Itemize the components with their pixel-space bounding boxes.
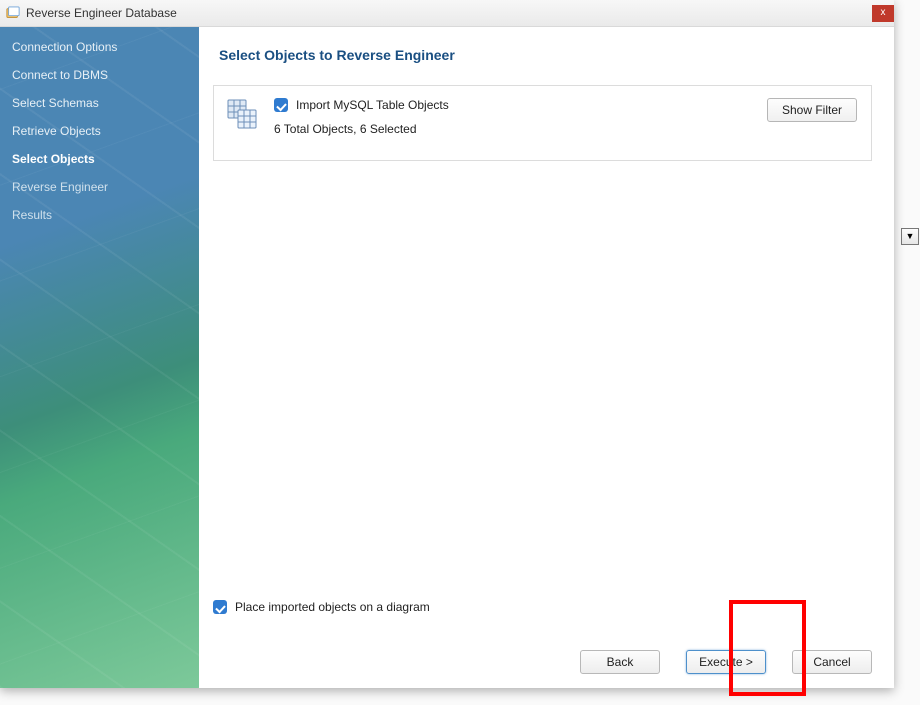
sidebar-item-label: Connect to DBMS xyxy=(12,68,108,82)
sidebar-step-retrieve-objects[interactable]: Retrieve Objects xyxy=(0,117,199,145)
sidebar-item-label: Select Schemas xyxy=(12,96,99,110)
background-dropdown[interactable]: ▼ xyxy=(901,228,919,245)
show-filter-button[interactable]: Show Filter xyxy=(767,98,857,122)
wizard-sidebar: Connection Options Connect to DBMS Selec… xyxy=(0,27,199,688)
sidebar-item-label: Reverse Engineer xyxy=(12,180,108,194)
place-on-diagram-label: Place imported objects on a diagram xyxy=(235,600,430,614)
app-icon xyxy=(6,6,20,20)
place-on-diagram-row: Place imported objects on a diagram xyxy=(213,600,872,614)
reverse-engineer-dialog: Reverse Engineer Database x Connection O… xyxy=(0,0,894,688)
objects-panel: Import MySQL Table Objects 6 Total Objec… xyxy=(213,85,872,161)
sidebar-step-select-schemas[interactable]: Select Schemas xyxy=(0,89,199,117)
sidebar-item-label: Retrieve Objects xyxy=(12,124,101,138)
place-on-diagram-checkbox[interactable] xyxy=(213,600,227,614)
title-bar: Reverse Engineer Database x xyxy=(0,0,894,27)
wizard-button-row: Back Execute > Cancel xyxy=(213,650,872,674)
title-left: Reverse Engineer Database xyxy=(6,6,177,20)
window-title: Reverse Engineer Database xyxy=(26,6,177,20)
sidebar-item-label: Select Objects xyxy=(12,152,95,166)
sidebar-step-results[interactable]: Results xyxy=(0,201,199,229)
page-title: Select Objects to Reverse Engineer xyxy=(219,47,872,63)
sidebar-step-connection-options[interactable]: Connection Options xyxy=(0,33,199,61)
import-tables-row: Import MySQL Table Objects xyxy=(274,98,753,112)
tables-icon xyxy=(226,98,260,132)
cancel-button[interactable]: Cancel xyxy=(792,650,872,674)
sidebar-step-reverse-engineer[interactable]: Reverse Engineer xyxy=(0,173,199,201)
import-tables-label: Import MySQL Table Objects xyxy=(296,98,449,112)
sidebar-item-label: Connection Options xyxy=(12,40,117,54)
sidebar-step-select-objects[interactable]: Select Objects xyxy=(0,145,199,173)
main-area: Select Objects to Reverse Engineer xyxy=(199,27,894,688)
close-button[interactable]: x xyxy=(872,5,894,22)
import-tables-checkbox[interactable] xyxy=(274,98,288,112)
back-button[interactable]: Back xyxy=(580,650,660,674)
execute-button[interactable]: Execute > xyxy=(686,650,766,674)
dialog-body: Connection Options Connect to DBMS Selec… xyxy=(0,27,894,688)
sidebar-step-connect-dbms[interactable]: Connect to DBMS xyxy=(0,61,199,89)
panel-center: Import MySQL Table Objects 6 Total Objec… xyxy=(274,98,753,136)
objects-count-text: 6 Total Objects, 6 Selected xyxy=(274,122,753,136)
sidebar-item-label: Results xyxy=(12,208,52,222)
bottom-area: Place imported objects on a diagram Back… xyxy=(213,600,872,674)
